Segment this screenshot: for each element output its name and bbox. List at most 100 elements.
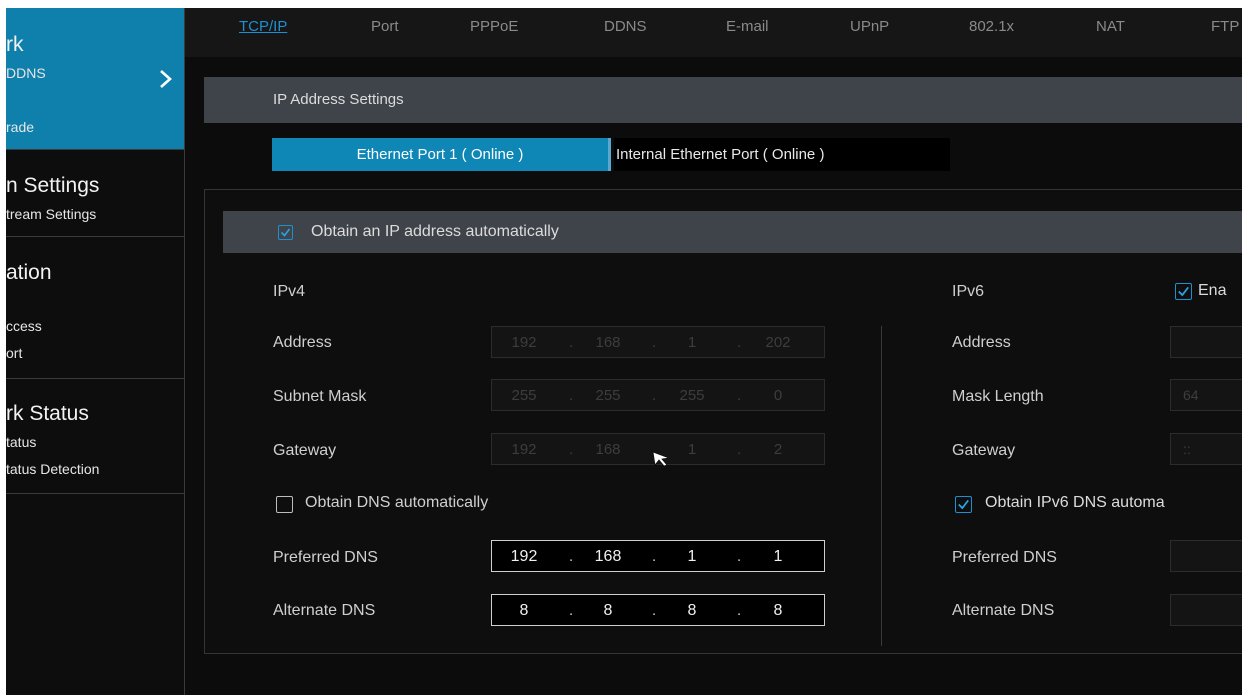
- sidebar-section-station[interactable]: ation ccess ort: [6, 237, 184, 379]
- octet: 168: [595, 441, 621, 458]
- obtain-dns-auto-checkbox[interactable]: [276, 496, 293, 513]
- tab-ftp[interactable]: FTP: [1211, 18, 1239, 35]
- octet: 255: [511, 387, 537, 404]
- sidebar: rk DDNS rade n Settings tream Settings a…: [6, 8, 185, 695]
- octet: 192: [510, 548, 538, 565]
- chevron-right-icon[interactable]: [156, 68, 176, 90]
- sidebar-title-network-status: rk Status: [6, 402, 89, 425]
- tab-pppoe[interactable]: PPPoE: [470, 18, 518, 35]
- obtain-ipv6-dns-checkbox[interactable]: [955, 496, 972, 513]
- tab-internal-ethernet-port[interactable]: Internal Ethernet Port ( Online ): [614, 138, 950, 171]
- dot-separator: .: [652, 602, 657, 619]
- tab-ethernet-port-1[interactable]: Ethernet Port 1 ( Online ): [272, 138, 611, 171]
- octet: 2: [773, 441, 783, 458]
- dot-separator: .: [737, 387, 742, 404]
- obtain-ip-auto-checkbox[interactable]: [278, 225, 293, 240]
- dot-separator: .: [652, 548, 657, 565]
- octet: 1: [687, 441, 697, 458]
- ipv4-heading: IPv4: [273, 283, 306, 300]
- dvr-network-screen: rk DDNS rade n Settings tream Settings a…: [6, 8, 1242, 695]
- dot-separator: .: [737, 334, 742, 351]
- tab-8021x[interactable]: 802.1x: [969, 18, 1014, 35]
- octet: 168: [594, 548, 622, 565]
- ipv6-mask-length-label: Mask Length: [952, 388, 1044, 405]
- octet: 192: [511, 334, 537, 351]
- tab-port[interactable]: Port: [371, 18, 399, 35]
- dot-separator: .: [569, 602, 574, 619]
- sidebar-section-network-status[interactable]: rk Status tatus tatus Detection: [6, 379, 184, 494]
- preferred-dns-label: Preferred DNS: [273, 549, 378, 566]
- alternate-dns-field[interactable]: 8. 8. 8. 8: [491, 594, 825, 626]
- octet: 202: [765, 334, 791, 351]
- ipv6-address-field: [1170, 326, 1242, 358]
- octet: 8: [773, 602, 783, 619]
- ipv6-preferred-dns-label: Preferred DNS: [952, 549, 1057, 566]
- tab-tcpip[interactable]: TCP/IP: [239, 18, 287, 35]
- sidebar-item-upgrade[interactable]: rade: [6, 119, 34, 135]
- octet: 1: [687, 548, 697, 565]
- octet: 1: [687, 334, 697, 351]
- tab-upnp[interactable]: UPnP: [850, 18, 889, 35]
- octet: 255: [679, 387, 705, 404]
- preferred-dns-field[interactable]: 192. 168. 1. 1: [491, 540, 825, 572]
- dot-separator: .: [569, 441, 574, 458]
- tab-ddns[interactable]: DDNS: [604, 18, 647, 35]
- dot-separator: .: [652, 387, 657, 404]
- dot-separator: .: [737, 441, 742, 458]
- dot-separator: .: [737, 548, 742, 565]
- ipv6-mask-length-field: 64: [1170, 379, 1242, 411]
- octet: 8: [603, 602, 613, 619]
- sidebar-title-station: ation: [6, 261, 52, 284]
- check-icon: [1178, 286, 1189, 297]
- dot-separator: .: [652, 334, 657, 351]
- alternate-dns-label: Alternate DNS: [273, 602, 376, 619]
- sidebar-title-settings: n Settings: [6, 174, 100, 197]
- sidebar-item-status[interactable]: tatus: [6, 434, 36, 450]
- dot-separator: .: [569, 334, 574, 351]
- sidebar-item-port[interactable]: ort: [6, 345, 22, 361]
- sidebar-item-status-detection[interactable]: tatus Detection: [6, 461, 99, 477]
- ip-settings-panel: [204, 189, 1242, 654]
- ipv6-gateway-field: ::: [1170, 433, 1242, 465]
- ipv6-heading: IPv6: [952, 283, 985, 300]
- sidebar-item-stream-settings[interactable]: tream Settings: [6, 206, 96, 222]
- ip-settings-header: IP Address Settings: [204, 77, 1242, 123]
- octet: 8: [519, 602, 529, 619]
- check-icon: [958, 499, 969, 510]
- octet: 1: [773, 548, 783, 565]
- obtain-dns-auto-label: Obtain DNS automatically: [305, 494, 489, 511]
- check-icon: [280, 228, 291, 237]
- octet: 8: [687, 602, 697, 619]
- ipv4-subnet-mask-label: Subnet Mask: [273, 388, 367, 405]
- ipv6-address-label: Address: [952, 334, 1011, 351]
- ipv6-alternate-dns-label: Alternate DNS: [952, 602, 1055, 619]
- dot-separator: .: [569, 387, 574, 404]
- sidebar-item-access[interactable]: ccess: [6, 318, 42, 334]
- ipv4-address-label: Address: [273, 334, 332, 351]
- ipv4-address-field: 192. 168. 1. 202: [491, 326, 825, 358]
- sidebar-section-settings[interactable]: n Settings tream Settings: [6, 150, 184, 237]
- octet: 255: [595, 387, 621, 404]
- octet: 168: [595, 334, 621, 351]
- octet: 0: [773, 387, 783, 404]
- mouse-cursor-icon: [652, 451, 670, 467]
- sidebar-item-ddns[interactable]: DDNS: [6, 65, 46, 81]
- sidebar-title-network: rk: [6, 33, 24, 56]
- ip-settings-title: IP Address Settings: [273, 91, 404, 108]
- tab-bar: TCP/IP Port PPPoE DDNS E-mail UPnP 802.1…: [185, 8, 1242, 57]
- ipv4-gateway-label: Gateway: [273, 442, 337, 459]
- ipv6-alternate-dns-field[interactable]: [1170, 594, 1242, 626]
- obtain-ipv6-dns-label: Obtain IPv6 DNS automa: [985, 494, 1165, 511]
- column-divider: [881, 326, 882, 646]
- obtain-ip-auto-label: Obtain an IP address automatically: [311, 223, 559, 240]
- obtain-ip-auto-row[interactable]: Obtain an IP address automatically: [223, 211, 1242, 253]
- ipv6-gateway-label: Gateway: [952, 442, 1016, 459]
- ipv6-preferred-dns-field[interactable]: [1170, 540, 1242, 572]
- ipv6-enable-checkbox[interactable]: [1175, 283, 1192, 300]
- sidebar-section-network[interactable]: rk DDNS rade: [6, 8, 184, 150]
- tab-nat[interactable]: NAT: [1096, 18, 1125, 35]
- ipv6-enable-label: Ena: [1198, 282, 1227, 299]
- octet: 192: [511, 441, 537, 458]
- tcpip-settings: IP Address Settings Ethernet Port 1 ( On…: [185, 57, 1242, 695]
- tab-email[interactable]: E-mail: [726, 18, 769, 35]
